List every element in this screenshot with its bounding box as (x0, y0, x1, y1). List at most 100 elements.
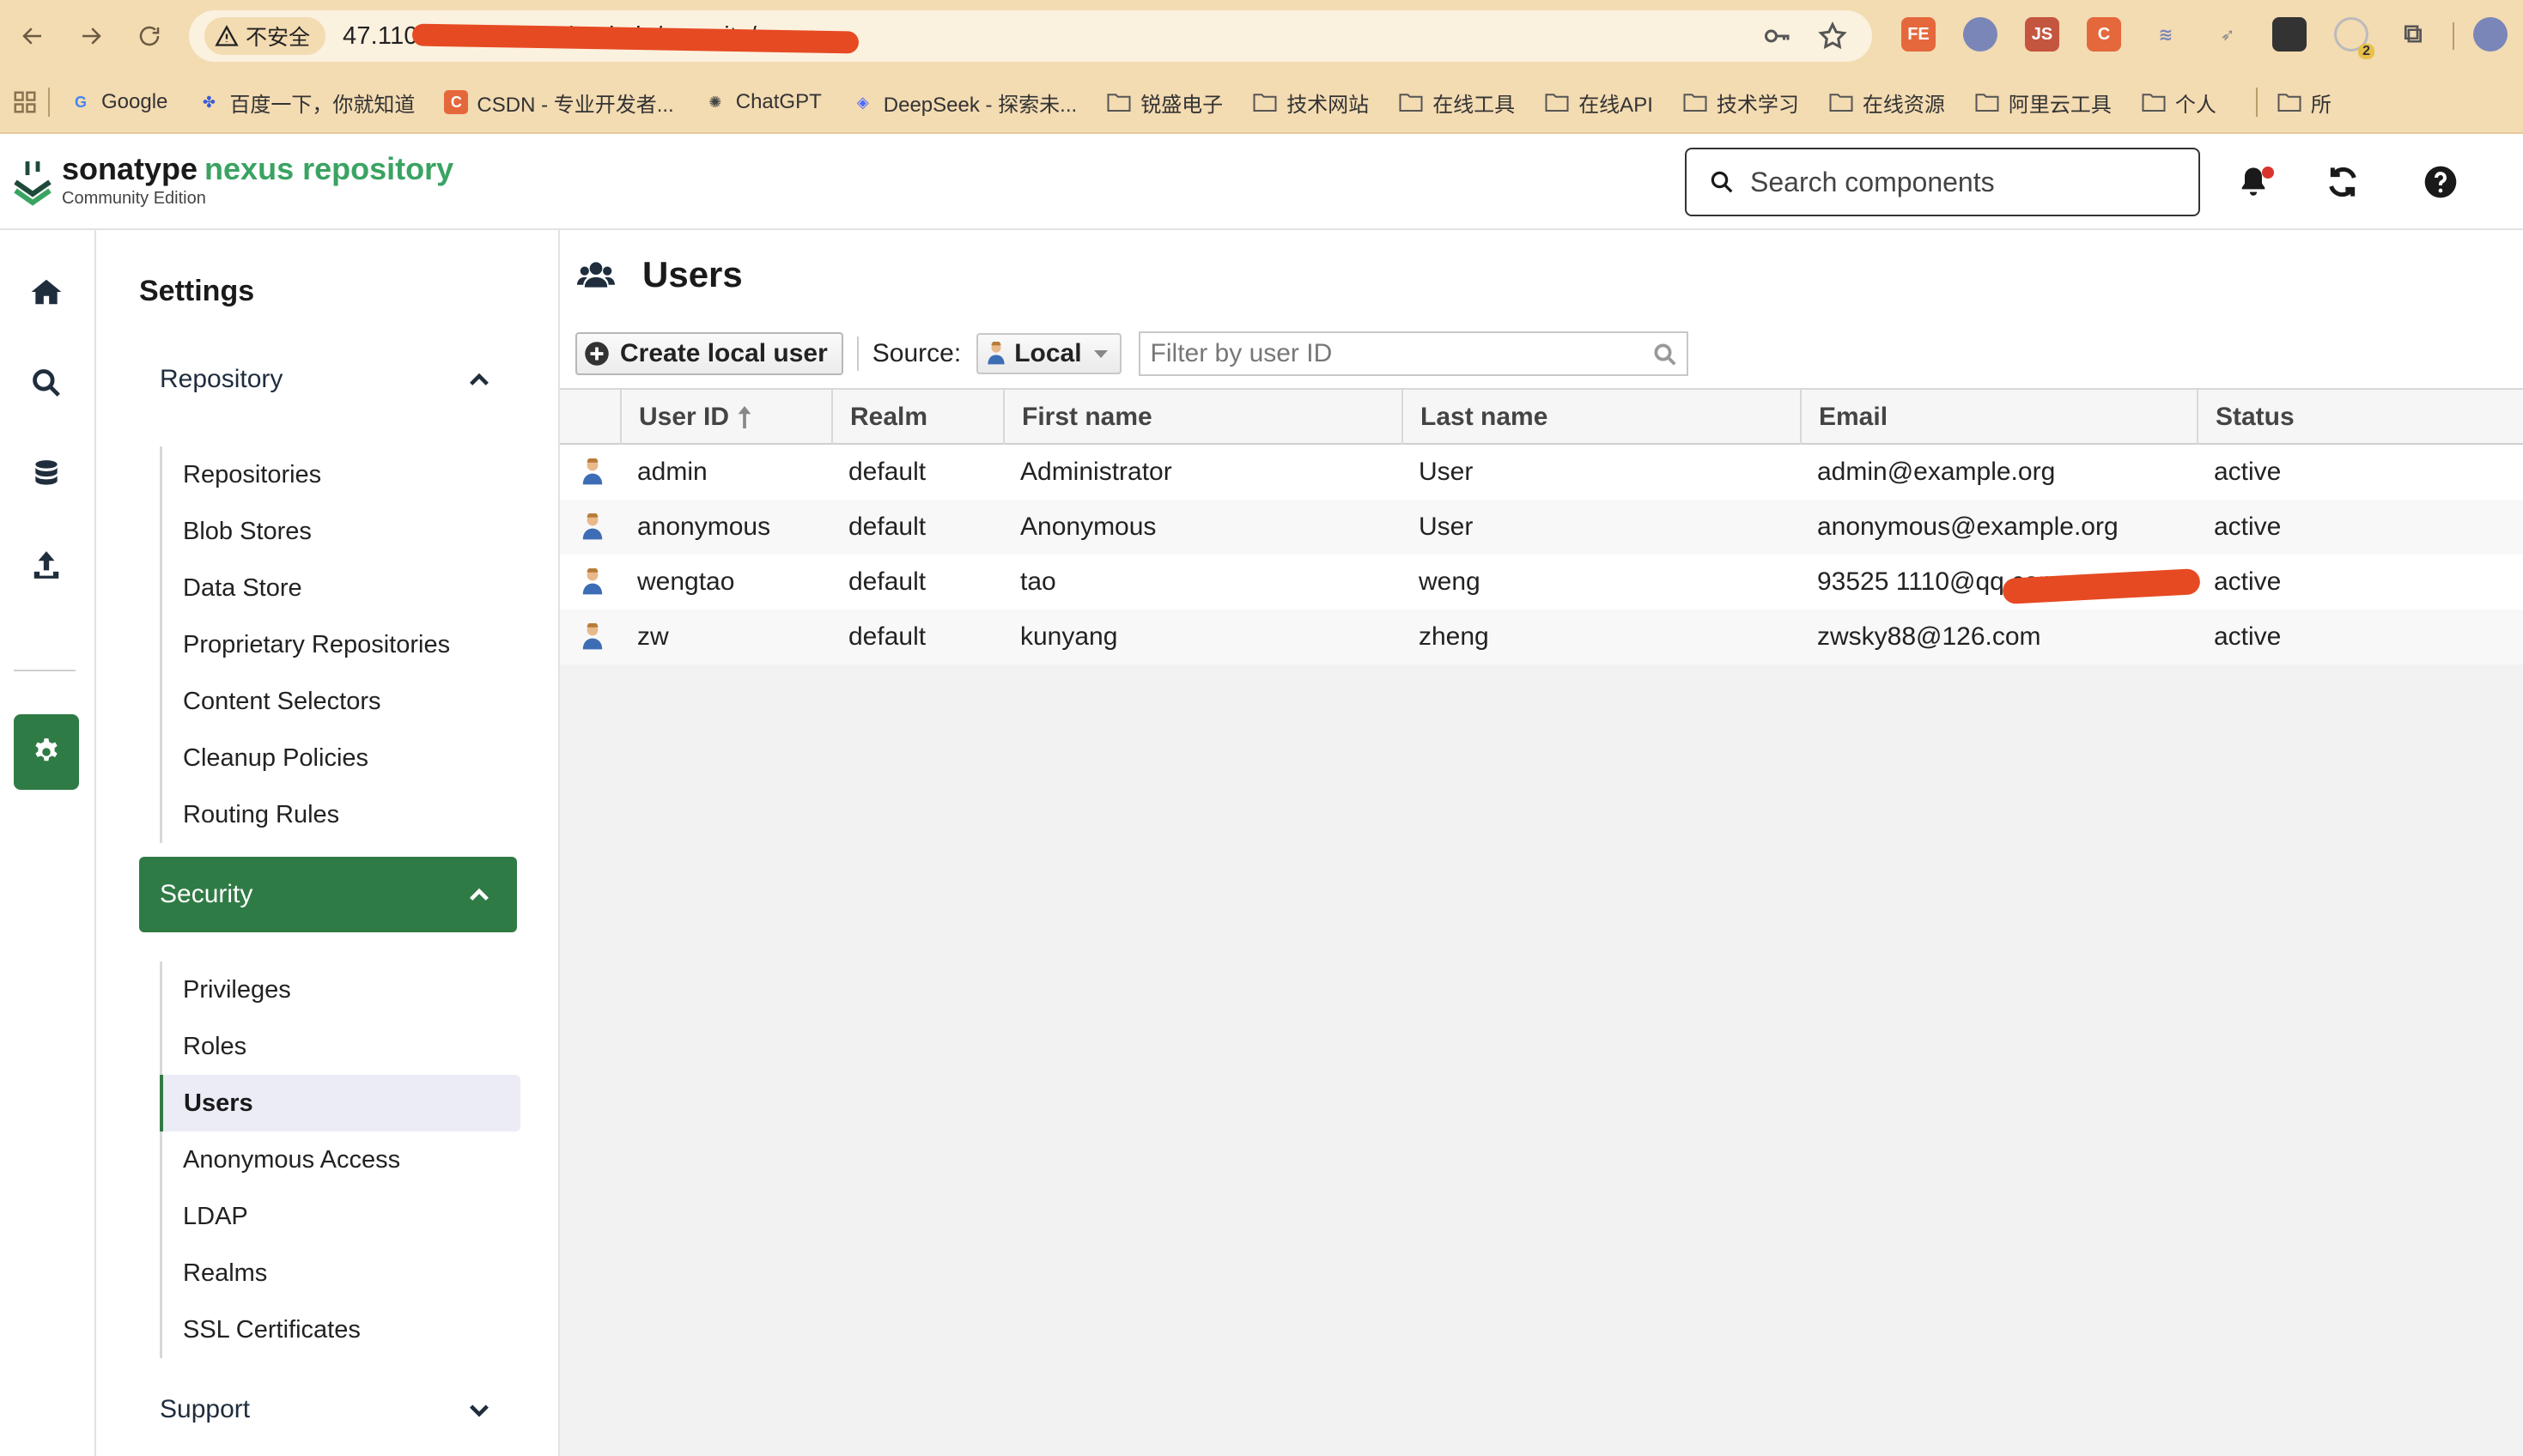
sidebar-item-data-store[interactable]: Data Store (162, 560, 520, 616)
bookmark-folder[interactable]: 在线资源 (1828, 88, 1945, 118)
upload-button[interactable] (14, 532, 79, 598)
bookmark-deepseek[interactable]: ◈ DeepSeek - 探索未... (851, 88, 1077, 118)
sidebar-item-blob-stores[interactable]: Blob Stores (162, 503, 520, 560)
puzzle-icon[interactable]: ⧉ (2396, 17, 2430, 52)
star-icon[interactable] (1817, 21, 1848, 52)
bookmark-folder[interactable]: 锐盛电子 (1106, 88, 1223, 118)
extension-c-icon[interactable]: C (2087, 17, 2121, 52)
extension-layers-icon[interactable]: ≋ (2149, 17, 2183, 52)
profile-avatar-icon[interactable] (2473, 17, 2508, 52)
bookmark-folder[interactable]: 个人 (2141, 88, 2216, 118)
browse-database-button[interactable] (14, 441, 79, 507)
bookmarks-bar: G Google ✤ 百度一下，你就知道 C CSDN - 专业开发者... ✺… (0, 72, 2523, 134)
source-select[interactable]: Local (976, 333, 1122, 374)
search-components-box[interactable] (1685, 148, 2200, 216)
brand-edition: Community Edition (62, 189, 206, 208)
column-header-user-id[interactable]: User ID (620, 390, 831, 445)
cell-user-id: zw (637, 622, 669, 651)
caret-down-icon (1093, 349, 1108, 358)
bookmark-folder[interactable]: 阿里云工具 (1974, 88, 2112, 118)
support-section-toggle[interactable]: Support (139, 1372, 517, 1447)
security-indicator[interactable]: 不安全 (204, 17, 326, 55)
gear-icon (35, 738, 58, 761)
sidebar-item-content-selectors[interactable]: Content Selectors (162, 673, 520, 730)
sidebar-item-repositories[interactable]: Repositories (162, 446, 520, 503)
bookmark-google[interactable]: G Google (69, 90, 167, 114)
column-header-email[interactable]: Email (1800, 390, 2197, 445)
folder-icon (1399, 94, 1423, 112)
search-input[interactable] (1750, 166, 2180, 198)
extension-send-icon[interactable]: ➶ (2210, 17, 2245, 52)
page-header: Users (560, 230, 2523, 319)
search-nav-button[interactable] (14, 350, 79, 416)
back-button[interactable] (12, 15, 53, 57)
repository-section-toggle[interactable]: Repository (139, 342, 517, 417)
reload-button[interactable] (129, 15, 170, 57)
extension-fe-icon[interactable]: FE (1901, 17, 1936, 52)
bookmark-folder[interactable]: 技术网站 (1252, 88, 1369, 118)
bookmark-folder[interactable]: 技术学习 (1682, 88, 1799, 118)
cell-status: active (2214, 567, 2282, 596)
table-row[interactable]: wengtao default tao weng 93525 1110@qq.c… (560, 555, 2523, 610)
icon-rail (0, 230, 96, 1456)
sidebar-item-proprietary-repositories[interactable]: Proprietary Repositories (162, 616, 520, 673)
apps-grid-icon[interactable] (12, 89, 38, 115)
toolbar-divider (856, 337, 859, 371)
forward-button[interactable] (70, 15, 112, 57)
section-label: Support (160, 1395, 251, 1423)
table-row[interactable]: zw default kunyang zheng zwsky88@126.com… (560, 610, 2523, 664)
column-header-last-name[interactable]: Last name (1401, 390, 1800, 445)
search-icon (1711, 171, 1733, 193)
search-icon (1654, 343, 1676, 366)
security-section-toggle[interactable]: Security (139, 857, 517, 932)
folder-icon (1683, 94, 1707, 112)
bookmark-folder[interactable]: 在线API (1544, 88, 1653, 118)
sidebar-item-ssl-certificates[interactable]: SSL Certificates (162, 1301, 520, 1358)
sidebar-item-routing-rules[interactable]: Routing Rules (162, 786, 520, 843)
nexus-logo[interactable]: sonatype nexus repository Community Editi… (12, 151, 453, 209)
key-icon[interactable] (1762, 21, 1793, 52)
sidebar-item-realms[interactable]: Realms (162, 1245, 520, 1301)
notification-dot (2262, 167, 2274, 179)
address-bar[interactable]: 不安全 47.110.147.78:8081/#admin/security/u… (189, 10, 1872, 62)
cell-first-name: kunyang (1020, 622, 1118, 651)
folder-icon (1253, 94, 1277, 112)
help-icon[interactable] (2423, 165, 2458, 199)
bookmark-overflow[interactable]: 所 (2277, 88, 2331, 118)
filter-user-id-input[interactable] (1150, 339, 1632, 368)
sidebar-item-cleanup-policies[interactable]: Cleanup Policies (162, 730, 520, 786)
settings-nav-button[interactable] (14, 714, 79, 790)
icon-column-header (560, 390, 620, 445)
column-header-first-name[interactable]: First name (1003, 390, 1401, 445)
bookmark-baidu[interactable]: ✤ 百度一下，你就知道 (197, 88, 416, 118)
extension-avatar-icon[interactable] (1963, 17, 1997, 52)
column-header-status[interactable]: Status (2197, 390, 2523, 445)
cell-status: active (2214, 458, 2282, 486)
table-row[interactable]: anonymous default Anonymous User anonymo… (560, 500, 2523, 555)
bookmark-folder[interactable]: 在线工具 (1398, 88, 1515, 118)
sidebar-item-ldap[interactable]: LDAP (162, 1188, 520, 1245)
cell-user-id: wengtao (637, 567, 735, 596)
browse-home-button[interactable] (14, 259, 79, 325)
sidebar-item-privileges[interactable]: Privileges (162, 962, 520, 1018)
extension-badge-icon[interactable]: 2 (2334, 17, 2374, 59)
folder-icon (1829, 94, 1853, 112)
sidebar-item-users[interactable]: Users (160, 1075, 520, 1131)
table-row[interactable]: admin default Administrator User admin@e… (560, 445, 2523, 500)
extension-js-icon[interactable]: JS (2025, 17, 2059, 52)
refresh-icon[interactable] (2325, 165, 2360, 199)
bookmark-chatgpt[interactable]: ✺ ChatGPT (703, 90, 822, 114)
sidebar-item-roles[interactable]: Roles (162, 1018, 520, 1075)
bookmark-csdn[interactable]: C CSDN - 专业开发者... (444, 88, 674, 118)
cell-last-name: zheng (1419, 622, 1489, 651)
cell-user-id: anonymous (637, 513, 771, 541)
filter-box[interactable] (1138, 331, 1688, 376)
cell-status: active (2214, 622, 2282, 651)
settings-sidebar: Settings Repository Repositories Blob St… (96, 230, 560, 1456)
folder-icon (2142, 94, 2166, 112)
create-local-user-button[interactable]: Create local user (575, 332, 843, 375)
source-label: Source: (872, 339, 962, 367)
sidebar-item-anonymous-access[interactable]: Anonymous Access (162, 1131, 520, 1188)
column-header-realm[interactable]: Realm (831, 390, 1003, 445)
extension-dark-icon[interactable] (2272, 17, 2307, 52)
